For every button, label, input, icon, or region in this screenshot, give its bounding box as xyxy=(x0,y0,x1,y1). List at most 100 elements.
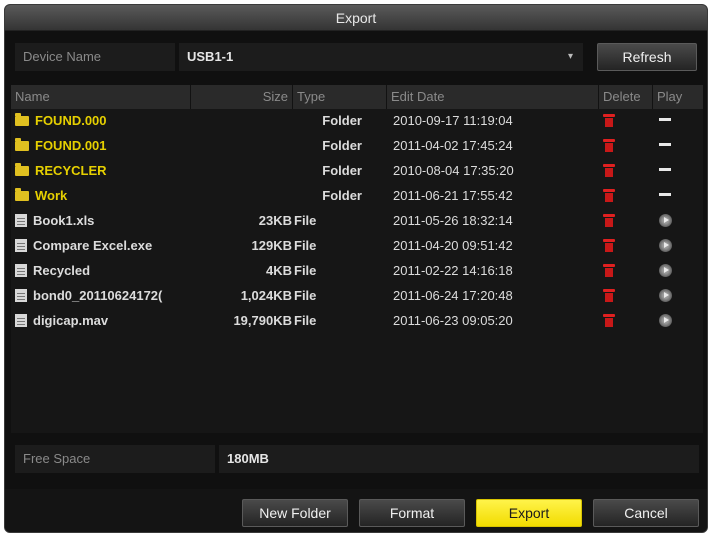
row-size: 4KB xyxy=(265,263,292,278)
row-size: 1,024KB xyxy=(240,288,292,303)
play-button[interactable] xyxy=(659,259,683,283)
file-icon xyxy=(15,289,27,302)
free-space-value: 180MB xyxy=(219,445,699,473)
device-select[interactable]: USB1-1 ▾ xyxy=(179,43,583,71)
row-name: FOUND.001 xyxy=(15,134,195,158)
format-button[interactable]: Format xyxy=(359,499,465,527)
header-type[interactable]: Type xyxy=(293,85,387,109)
table-row[interactable]: digicap.mav 19,790KB File 2011-06-23 09:… xyxy=(11,309,703,333)
delete-button[interactable] xyxy=(603,159,627,183)
row-name: Compare Excel.exe xyxy=(15,234,195,258)
row-type: File xyxy=(294,213,317,228)
device-row: Device Name USB1-1 ▾ Refresh xyxy=(11,43,703,71)
row-date: 2010-08-04 17:35:20 xyxy=(393,163,514,178)
refresh-button[interactable]: Refresh xyxy=(597,43,697,71)
table-row[interactable]: bond0_20110624172( 1,024KB File 2011-06-… xyxy=(11,284,703,308)
delete-button[interactable] xyxy=(603,134,627,158)
play-icon xyxy=(659,289,672,302)
button-bar: New Folder Format Export Cancel xyxy=(5,489,707,532)
file-icon xyxy=(15,314,27,327)
folder-icon xyxy=(15,138,29,151)
header-play: Play xyxy=(657,89,683,104)
dash-icon xyxy=(659,143,671,146)
folder-icon xyxy=(15,188,29,201)
table-row[interactable]: Recycled 4KB File 2011-02-22 14:16:18 xyxy=(11,259,703,283)
play-button[interactable] xyxy=(659,209,683,233)
dash-icon xyxy=(659,193,671,196)
file-icon xyxy=(15,239,27,252)
play-button[interactable] xyxy=(659,309,683,333)
cancel-button[interactable]: Cancel xyxy=(593,499,699,527)
play-button[interactable] xyxy=(659,284,683,308)
row-name: digicap.mav xyxy=(15,309,195,333)
delete-button[interactable] xyxy=(603,309,627,333)
delete-button[interactable] xyxy=(603,259,627,283)
row-name: Work xyxy=(15,184,195,208)
play-cell xyxy=(659,134,683,158)
row-size xyxy=(197,159,292,183)
trash-icon xyxy=(603,289,615,302)
header-edit-date[interactable]: Edit Date xyxy=(387,85,599,109)
row-size: 23KB xyxy=(258,213,292,228)
trash-icon xyxy=(603,239,615,252)
table-row[interactable]: RECYCLER Folder 2010-08-04 17:35:20 xyxy=(11,159,703,183)
row-date: 2011-04-20 09:51:42 xyxy=(393,238,513,253)
row-type: File xyxy=(294,288,317,303)
row-size: 19,790KB xyxy=(233,313,292,328)
row-size xyxy=(197,134,292,158)
table-row[interactable]: Work Folder 2011-06-21 17:55:42 xyxy=(11,184,703,208)
trash-icon xyxy=(603,189,615,202)
trash-icon xyxy=(603,264,615,277)
free-space-label: Free Space xyxy=(15,445,215,473)
play-cell xyxy=(659,184,683,208)
row-date: 2011-02-22 14:16:18 xyxy=(393,263,513,278)
new-folder-button[interactable]: New Folder xyxy=(242,499,348,527)
row-type: Folder xyxy=(322,113,362,128)
chevron-down-icon: ▾ xyxy=(567,51,573,62)
free-space-row: Free Space 180MB xyxy=(11,445,703,473)
row-name: bond0_20110624172( xyxy=(15,284,195,308)
folder-icon xyxy=(15,163,29,176)
delete-button[interactable] xyxy=(603,234,627,258)
delete-button[interactable] xyxy=(603,284,627,308)
row-date: 2010-09-17 11:19:04 xyxy=(393,113,513,128)
row-date: 2011-05-26 18:32:14 xyxy=(393,213,513,228)
play-icon xyxy=(659,214,672,227)
table-row[interactable]: Book1.xls 23KB File 2011-05-26 18:32:14 xyxy=(11,209,703,233)
row-date: 2011-06-23 09:05:20 xyxy=(393,313,513,328)
table-row[interactable]: FOUND.000 Folder 2010-09-17 11:19:04 xyxy=(11,109,703,133)
export-dialog: Export Device Name USB1-1 ▾ Refresh Name… xyxy=(4,4,708,533)
file-icon xyxy=(15,214,27,227)
row-type: File xyxy=(294,313,317,328)
header-name[interactable]: Name xyxy=(11,85,191,109)
row-date: 2011-06-21 17:55:42 xyxy=(393,188,513,203)
play-icon xyxy=(659,239,672,252)
play-icon xyxy=(659,264,672,277)
play-cell xyxy=(659,159,683,183)
table-header: Name Size Type Edit Date Delete Play xyxy=(11,85,703,109)
trash-icon xyxy=(603,164,615,177)
dash-icon xyxy=(659,118,671,121)
row-type: Folder xyxy=(322,138,362,153)
row-date: 2011-04-02 17:45:24 xyxy=(393,138,513,153)
row-name: Recycled xyxy=(15,259,195,283)
table-row[interactable]: FOUND.001 Folder 2011-04-02 17:45:24 xyxy=(11,134,703,158)
delete-button[interactable] xyxy=(603,209,627,233)
dialog-title: Export xyxy=(5,5,707,31)
table-row[interactable]: Compare Excel.exe 129KB File 2011-04-20 … xyxy=(11,234,703,258)
row-date: 2011-06-24 17:20:48 xyxy=(393,288,513,303)
trash-icon xyxy=(603,314,615,327)
trash-icon xyxy=(603,114,615,127)
delete-button[interactable] xyxy=(603,184,627,208)
header-size[interactable]: Size xyxy=(191,85,293,109)
row-size: 129KB xyxy=(251,238,292,253)
delete-button[interactable] xyxy=(603,109,627,133)
folder-icon xyxy=(15,113,29,126)
play-button[interactable] xyxy=(659,234,683,258)
row-name: Book1.xls xyxy=(15,209,195,233)
device-name-label: Device Name xyxy=(15,43,175,71)
row-size xyxy=(197,109,292,133)
row-type: Folder xyxy=(322,163,362,178)
export-button[interactable]: Export xyxy=(476,499,582,527)
file-icon xyxy=(15,264,27,277)
